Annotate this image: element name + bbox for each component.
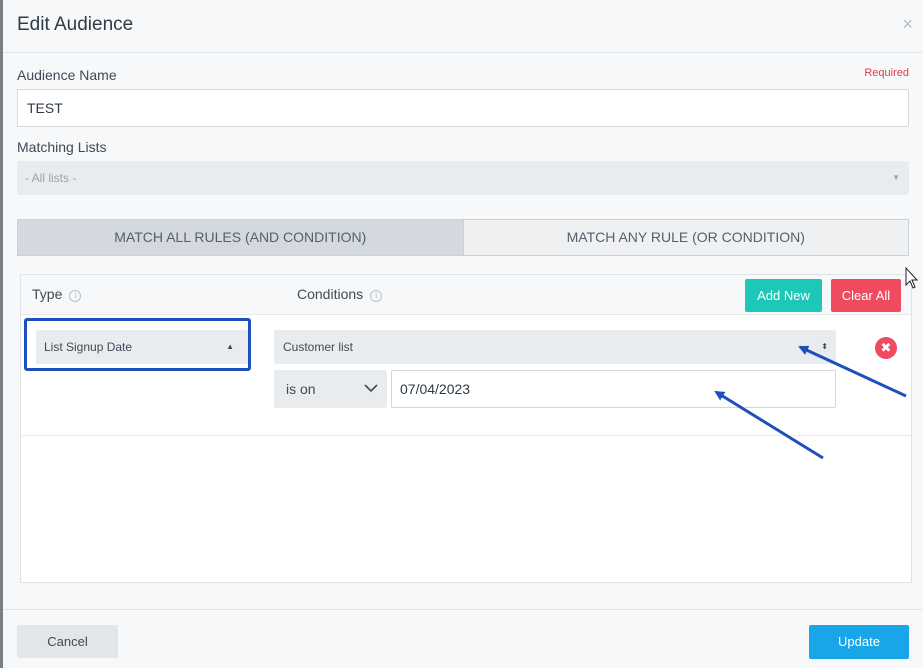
matching-lists-value: - All lists - bbox=[25, 171, 77, 185]
modal-header: Edit Audience × bbox=[3, 0, 923, 53]
rule-type-select[interactable]: List Signup Date ▲ bbox=[36, 330, 248, 364]
edit-audience-modal: Edit Audience × Audience Name Required T… bbox=[0, 0, 923, 668]
rules-header: Type i Conditions i Add New Clear All bbox=[21, 275, 911, 315]
conditions-column-header: Conditions i bbox=[297, 286, 383, 302]
required-indicator: Required bbox=[864, 67, 909, 79]
audience-name-input[interactable]: TEST bbox=[17, 89, 909, 127]
cancel-button[interactable]: Cancel bbox=[17, 625, 118, 658]
remove-rule-icon: ✖ bbox=[880, 340, 892, 355]
add-new-rule-button[interactable]: Add New bbox=[745, 279, 822, 312]
caret-down-icon: ▼ bbox=[892, 173, 900, 182]
matching-lists-select[interactable]: - All lists - ▼ bbox=[17, 161, 909, 195]
rule-type-value: List Signup Date bbox=[44, 340, 133, 354]
close-icon[interactable]: × bbox=[902, 14, 913, 35]
matching-lists-label: Matching Lists bbox=[17, 139, 107, 155]
modal-footer: Cancel Update bbox=[3, 609, 923, 668]
conditions-header-label: Conditions bbox=[297, 286, 364, 302]
info-icon[interactable]: i bbox=[69, 290, 82, 302]
date-input[interactable]: 07/04/2023 bbox=[391, 370, 836, 408]
modal-title: Edit Audience bbox=[17, 14, 134, 35]
caret-up-icon: ▲ bbox=[226, 342, 234, 351]
remove-rule-button[interactable]: ✖ bbox=[875, 337, 897, 359]
update-button[interactable]: Update bbox=[809, 625, 909, 659]
audience-name-label: Audience Name bbox=[17, 67, 117, 83]
condition-list-value: Customer list bbox=[283, 340, 354, 354]
operator-value: is on bbox=[286, 381, 316, 397]
info-icon[interactable]: i bbox=[370, 290, 383, 302]
match-mode-toggle: MATCH ALL RULES (AND CONDITION) MATCH AN… bbox=[17, 219, 909, 256]
type-column-header: Type i bbox=[32, 286, 82, 302]
type-header-label: Type bbox=[32, 286, 63, 302]
match-all-rules-button[interactable]: MATCH ALL RULES (AND CONDITION) bbox=[18, 220, 463, 255]
clear-all-rules-button[interactable]: Clear All bbox=[831, 279, 901, 312]
caret-updown-icon: ⬍ bbox=[821, 342, 828, 351]
chevron-down-icon bbox=[364, 384, 378, 393]
condition-list-select[interactable]: Customer list ⬍ bbox=[274, 330, 836, 364]
rule-row: List Signup Date ▲ Customer list ⬍ is on… bbox=[21, 315, 911, 436]
rules-panel: Type i Conditions i Add New Clear All List… bbox=[20, 274, 912, 583]
operator-select[interactable]: is on bbox=[274, 370, 387, 408]
match-any-rule-button[interactable]: MATCH ANY RULE (OR CONDITION) bbox=[462, 220, 908, 255]
